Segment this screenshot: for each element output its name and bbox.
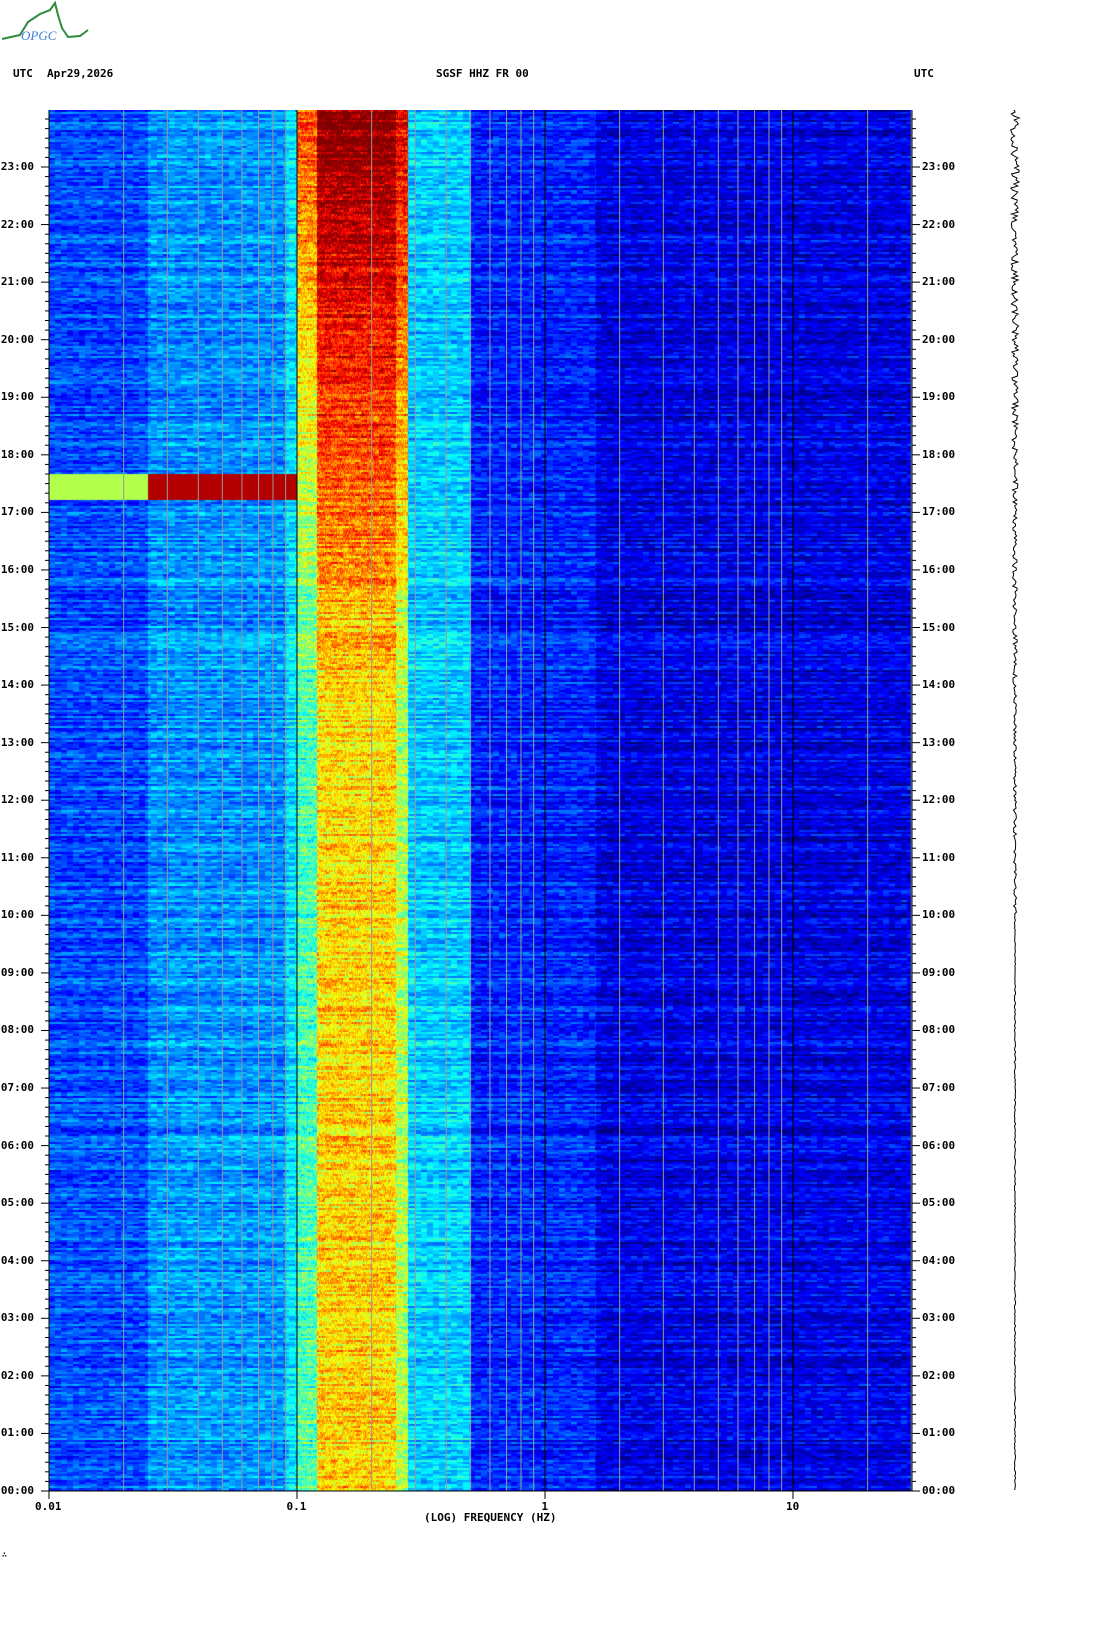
y-tick-label-right: 17:00 bbox=[922, 505, 956, 519]
y-tick-label-left: 13:00 bbox=[0, 735, 34, 749]
y-tick-label-right: 21:00 bbox=[922, 275, 956, 289]
y-tick-label-left: 07:00 bbox=[0, 1081, 34, 1095]
y-tick-label-left: 12:00 bbox=[0, 793, 34, 807]
y-tick-label-left: 16:00 bbox=[0, 562, 34, 576]
y-tick-label-right: 15:00 bbox=[922, 620, 956, 634]
y-tick-label-right: 05:00 bbox=[922, 1196, 956, 1210]
y-tick-label-left: 20:00 bbox=[0, 332, 34, 346]
seismogram-waveform bbox=[1009, 110, 1021, 1491]
y-tick-label-left: 08:00 bbox=[0, 1023, 34, 1037]
y-tick-label-right: 00:00 bbox=[922, 1484, 956, 1497]
y-tick-label-left: 03:00 bbox=[0, 1311, 34, 1325]
y-tick-label-left: 05:00 bbox=[0, 1196, 34, 1210]
y-tick-label-right: 03:00 bbox=[922, 1311, 956, 1325]
y-tick-label-left: 15:00 bbox=[0, 620, 34, 634]
y-tick-label-right: 18:00 bbox=[922, 447, 956, 461]
y-tick-label-right: 11:00 bbox=[922, 850, 956, 864]
y-tick-label-left: 21:00 bbox=[0, 275, 34, 289]
y-tick-label-right: 14:00 bbox=[922, 678, 956, 692]
y-tick-label-right: 22:00 bbox=[922, 217, 956, 231]
y-tick-label-left: 17:00 bbox=[0, 505, 34, 519]
seismogram-trace bbox=[1009, 110, 1021, 1491]
y-tick-label-right: 08:00 bbox=[922, 1023, 956, 1037]
y-tick-label-right: 09:00 bbox=[922, 965, 956, 979]
y-tick-label-right: 20:00 bbox=[922, 332, 956, 346]
y-tick-label-left: 02:00 bbox=[0, 1368, 34, 1382]
y-tick-label-left: 22:00 bbox=[0, 217, 34, 231]
y-tick-label-right: 16:00 bbox=[922, 562, 956, 576]
y-tick-label-left: 01:00 bbox=[0, 1426, 34, 1440]
x-axis-label: (LOG) FREQUENCY (HZ) bbox=[424, 1511, 557, 1524]
y-tick-label-left: 09:00 bbox=[0, 965, 34, 979]
y-tick-label-left: 11:00 bbox=[0, 850, 34, 864]
y-tick-label-left: 18:00 bbox=[0, 447, 34, 461]
y-tick-label-right: 13:00 bbox=[922, 735, 956, 749]
y-tick-label-right: 07:00 bbox=[922, 1081, 956, 1095]
y-tick-label-right: 04:00 bbox=[922, 1253, 956, 1267]
y-tick-label-left: 06:00 bbox=[0, 1138, 34, 1152]
y-tick-label-right: 10:00 bbox=[922, 908, 956, 922]
y-tick-label-right: 12:00 bbox=[922, 793, 956, 807]
y-tick-label-right: 01:00 bbox=[922, 1426, 956, 1440]
y-tick-label-left: 19:00 bbox=[0, 390, 34, 404]
axis-lines bbox=[41, 110, 920, 1499]
y-tick-label-left: 10:00 bbox=[0, 908, 34, 922]
y-tick-label-left: 00:00 bbox=[0, 1484, 34, 1497]
y-tick-label-left: 14:00 bbox=[0, 678, 34, 692]
footer-mark: ∴ bbox=[2, 1550, 7, 1559]
y-tick-label-right: 23:00 bbox=[922, 160, 956, 173]
y-tick-label-right: 19:00 bbox=[922, 390, 956, 404]
x-tick-label: 0.01 bbox=[35, 1500, 62, 1513]
y-tick-label-right: 06:00 bbox=[922, 1138, 956, 1152]
x-tick-label: 10 bbox=[786, 1500, 800, 1513]
y-tick-label-left: 23:00 bbox=[0, 160, 34, 173]
y-tick-label-right: 02:00 bbox=[922, 1368, 956, 1382]
spectrogram-page: OPGC UTC Apr29,2026 SGSF HHZ FR 00 UTC 0… bbox=[0, 0, 1102, 1634]
y-tick-label-left: 04:00 bbox=[0, 1253, 34, 1267]
x-tick-label: 0.1 bbox=[286, 1500, 307, 1513]
